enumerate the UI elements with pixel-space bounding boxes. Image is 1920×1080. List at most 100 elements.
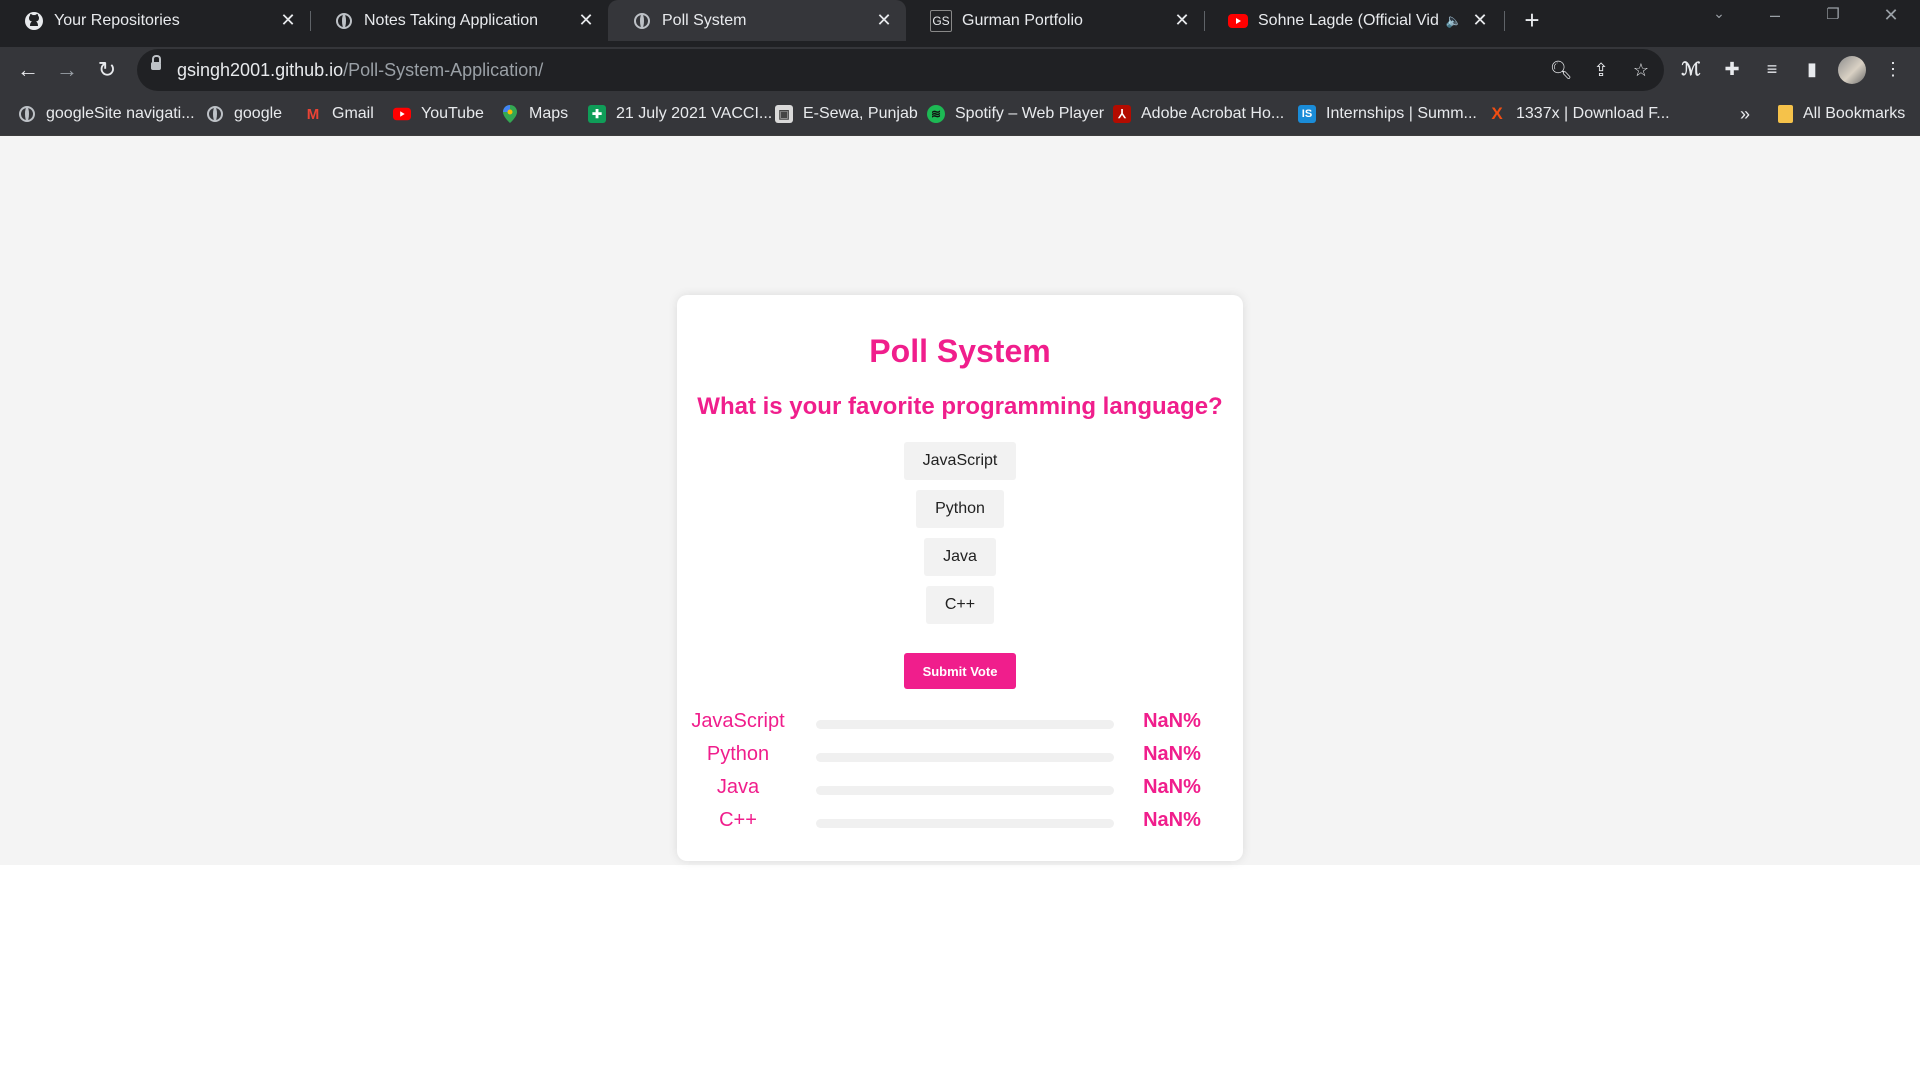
bookmark-label: google [234, 105, 283, 122]
bookmark-spotify[interactable]: ≋ Spotify – Web Player [927, 92, 1104, 136]
minimize-icon[interactable]: – [1760, 5, 1790, 26]
bookmark-label: All Bookmarks [1803, 105, 1906, 122]
tab-search-icon[interactable]: ⌄ [1704, 5, 1734, 22]
url-text[interactable]: gsingh2001.github.io/Poll-System-Applica… [177, 60, 543, 81]
tab-title: Gurman Portfolio [962, 11, 1083, 29]
media-control-icon[interactable]: ≡ [1758, 55, 1786, 83]
page-title: Poll System [869, 333, 1051, 369]
bookmarks-overflow-button[interactable]: » [1740, 92, 1750, 136]
zoom-icon[interactable]: 🔍︎ [1549, 58, 1573, 82]
tab-title: Notes Taking Application [364, 11, 539, 29]
bookmark-label: Gmail [332, 105, 374, 122]
new-tab-button[interactable]: + [1518, 6, 1546, 34]
tab-gurman-portfolio[interactable]: GS Gurman Portfolio ✕ [906, 0, 1204, 41]
result-label: JavaScript [691, 710, 785, 732]
tab-poll-system[interactable]: Poll System ✕ [608, 0, 906, 41]
bookmark-label: 1337x | Download F... [1516, 105, 1670, 122]
share-icon[interactable]: ⇪ [1589, 58, 1613, 82]
speaker-icon[interactable]: 🔈 [1446, 13, 1462, 29]
close-icon[interactable]: ✕ [874, 10, 894, 31]
bookmark-star-icon[interactable]: ☆ [1629, 58, 1653, 82]
result-row: Java NaN% [677, 772, 1243, 805]
bookmark-label: Maps [529, 105, 569, 122]
bookmark-label: E-Sewa, Punjab [803, 105, 918, 122]
result-label: C++ [719, 809, 757, 831]
close-window-icon[interactable]: ✕ [1876, 5, 1906, 26]
bookmark-vaccine-sheet[interactable]: ✚ 21 July 2021 VACCI... [588, 92, 772, 136]
tab-notes-taking-application[interactable]: Notes Taking Application ✕ [310, 0, 608, 41]
github-icon [24, 11, 44, 31]
option-button-javascript[interactable]: JavaScript [903, 442, 1017, 480]
option-button-java[interactable]: Java [924, 538, 996, 576]
close-icon[interactable]: ✕ [1172, 10, 1192, 31]
bookmarks-bar: googleSite navigati... google M Gmail Yo… [0, 92, 1920, 136]
bookmark-google[interactable]: google [206, 92, 282, 136]
url-path: /Poll-System-Application/ [343, 60, 544, 80]
side-panel-icon[interactable]: ▮ [1798, 55, 1826, 83]
option-button-python[interactable]: Python [916, 490, 1004, 528]
all-bookmarks-button[interactable]: All Bookmarks [1778, 92, 1905, 136]
bookmark-label: googleSite navigati... [46, 105, 195, 122]
result-row: Python NaN% [677, 739, 1243, 772]
bookmark-1337x[interactable]: X 1337x | Download F... [1488, 92, 1670, 136]
gmail-icon: M [306, 105, 320, 123]
address-bar[interactable]: gsingh2001.github.io/Poll-System-Applica… [137, 49, 1664, 91]
globe-icon [18, 105, 36, 123]
globe-icon [632, 11, 652, 31]
bookmark-label: Adobe Acrobat Ho... [1141, 105, 1285, 122]
close-icon[interactable]: ✕ [576, 10, 596, 31]
back-icon[interactable]: ← [13, 55, 43, 85]
gs-logo-icon: GS [930, 9, 952, 32]
result-percent: NaN% [1143, 743, 1201, 765]
result-row: C++ NaN% [677, 805, 1243, 838]
1337x-icon: X [1491, 104, 1503, 123]
tab-strip: Your Repositories ✕ Notes Taking Applica… [0, 0, 1920, 47]
tab-your-repositories[interactable]: Your Repositories ✕ [0, 0, 310, 41]
option-button-cpp[interactable]: C++ [925, 586, 995, 624]
tab-title: Poll System [662, 11, 747, 29]
result-label: Python [706, 743, 770, 765]
lock-icon [151, 55, 161, 70]
bookmark-esewa[interactable]: ▣ E-Sewa, Punjab [775, 92, 918, 136]
bookmark-googlesite[interactable]: googleSite navigati... [18, 92, 195, 136]
acrobat-icon: ⅄ [1113, 105, 1131, 123]
bookmark-maps[interactable]: Maps [501, 92, 568, 136]
forward-icon[interactable]: → [52, 55, 82, 85]
poll-question: What is your favorite programming langua… [697, 393, 1223, 420]
result-percent: NaN% [1143, 809, 1201, 831]
bookmark-youtube[interactable]: YouTube [393, 92, 484, 136]
restore-icon[interactable]: ❐ [1818, 5, 1848, 23]
close-icon[interactable]: ✕ [278, 10, 298, 31]
tab-title: Sohne Lagde (Official Video [1258, 11, 1438, 29]
result-percent: NaN% [1143, 776, 1201, 798]
submit-vote-button[interactable]: Submit Vote [904, 653, 1016, 689]
poll-options: JavaScript Python Java C++ [677, 442, 1243, 634]
result-bar [816, 786, 1114, 795]
globe-icon [334, 11, 354, 31]
extension-icon[interactable]: ℳ [1677, 55, 1705, 83]
maps-icon [501, 105, 519, 123]
youtube-icon [1228, 11, 1248, 31]
result-label: Java [716, 776, 760, 798]
result-bar [816, 720, 1114, 729]
menu-icon[interactable]: ⋮ [1879, 55, 1907, 83]
result-bar [816, 819, 1114, 828]
sheets-icon: ✚ [588, 105, 606, 123]
bookmark-label: YouTube [421, 105, 484, 122]
bookmark-gmail[interactable]: M Gmail [304, 92, 374, 136]
bookmark-adobe-acrobat[interactable]: ⅄ Adobe Acrobat Ho... [1113, 92, 1284, 136]
close-icon[interactable]: ✕ [1470, 10, 1490, 31]
internshala-icon: IS [1298, 105, 1316, 123]
browser-toolbar: ← → ↻ gsingh2001.github.io/Poll-System-A… [0, 47, 1920, 92]
youtube-icon [393, 105, 411, 123]
extensions-puzzle-icon[interactable]: ✚ [1718, 55, 1746, 83]
globe-icon [206, 105, 224, 123]
bookmark-internships[interactable]: IS Internships | Summ... [1298, 92, 1477, 136]
reload-icon[interactable]: ↻ [92, 55, 122, 85]
result-bar [816, 753, 1114, 762]
tab-sohne-lagde[interactable]: Sohne Lagde (Official Video 🔈 ✕ [1204, 0, 1502, 41]
avatar[interactable] [1838, 56, 1866, 84]
bookmark-label: Internships | Summ... [1326, 105, 1477, 122]
poll-card: Poll System What is your favorite progra… [677, 295, 1243, 861]
bookmark-label: Spotify – Web Player [955, 105, 1105, 122]
